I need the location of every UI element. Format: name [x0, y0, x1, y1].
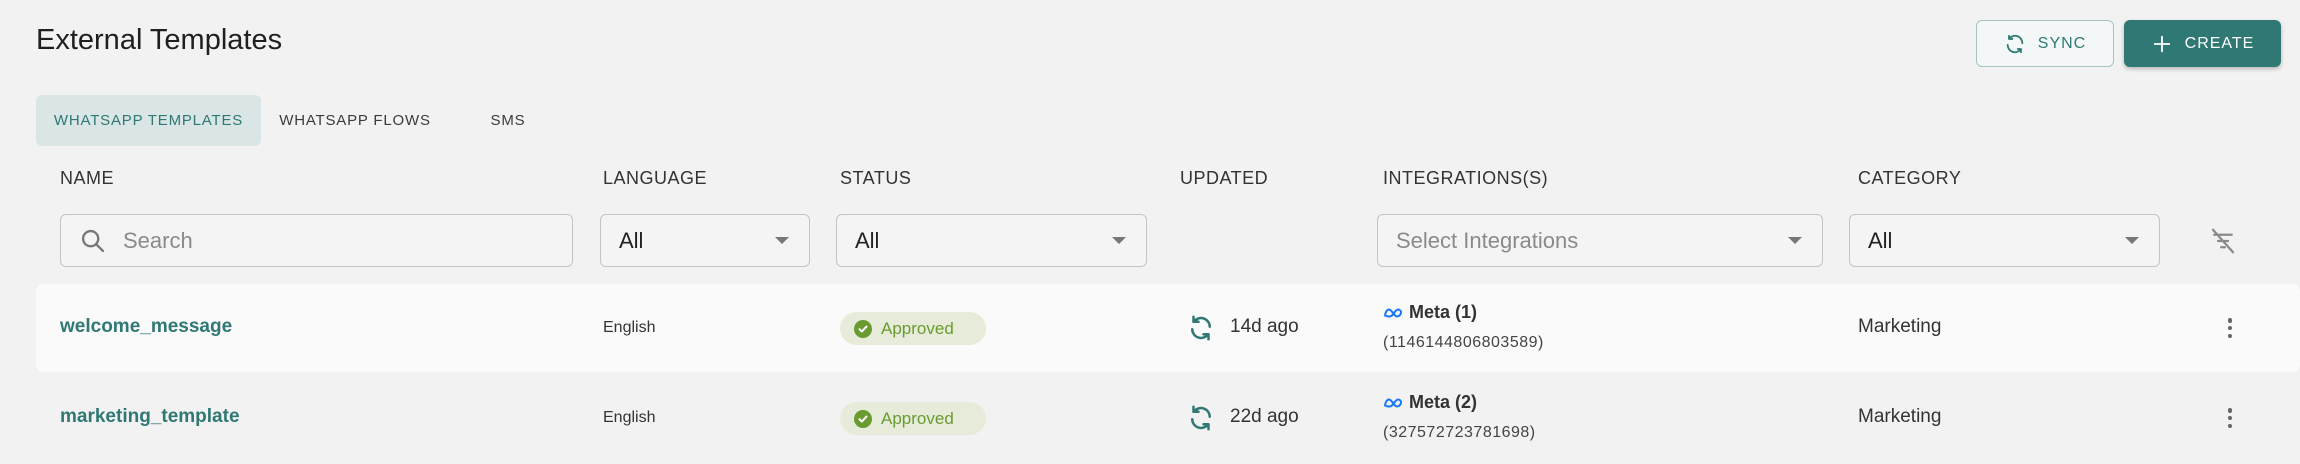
column-header-language: LANGUAGE: [603, 168, 708, 188]
more-vertical-icon[interactable]: [2220, 406, 2240, 430]
integration-name: Meta (1): [1383, 302, 1477, 323]
tab-sms[interactable]: SMS: [470, 95, 546, 146]
sync-icon: [2006, 34, 2024, 53]
sync-button[interactable]: SYNC: [1976, 20, 2114, 67]
refresh-icon[interactable]: [1186, 313, 1216, 343]
status-badge: Approved: [840, 312, 986, 345]
integration-label: Meta (1): [1409, 302, 1478, 322]
template-language: English: [603, 409, 656, 426]
search-input[interactable]: Search: [60, 214, 573, 267]
language-value: All: [619, 227, 644, 253]
table-row[interactable]: welcome_message English Approved 14d ago…: [36, 284, 2300, 372]
status-text: Approved: [881, 408, 954, 428]
more-vertical-icon[interactable]: [2220, 316, 2240, 340]
filter-off-icon[interactable]: [2208, 226, 2238, 256]
template-language: English: [603, 319, 656, 336]
search-placeholder: Search: [123, 227, 193, 253]
template-name-link[interactable]: welcome_message: [60, 316, 232, 338]
refresh-icon[interactable]: [1186, 403, 1216, 433]
caret-down-icon: [1112, 237, 1126, 244]
integrations-placeholder: Select Integrations: [1396, 227, 1579, 253]
column-header-integrations: INTEGRATIONS(S): [1383, 168, 1549, 188]
integration-id: (327572723781698): [1383, 424, 1536, 441]
page-title: External Templates: [36, 24, 283, 56]
check-icon: [854, 319, 872, 338]
status-value: All: [855, 227, 880, 253]
language-select[interactable]: All: [600, 214, 810, 267]
column-header-name: NAME: [60, 168, 115, 188]
create-button[interactable]: CREATE: [2124, 20, 2281, 67]
column-header-status: STATUS: [840, 168, 912, 188]
tab-label: SMS: [490, 112, 526, 129]
caret-down-icon: [775, 237, 789, 244]
column-header-category: CATEGORY: [1858, 168, 1962, 188]
caret-down-icon: [2125, 237, 2139, 244]
updated-time: 14d ago: [1230, 316, 1299, 337]
column-header-updated: UPDATED: [1180, 168, 1269, 188]
meta-icon: [1384, 397, 1403, 408]
updated-time: 22d ago: [1230, 406, 1299, 427]
search-icon: [81, 229, 105, 253]
sync-label: SYNC: [2037, 34, 2087, 52]
template-category: Marketing: [1858, 316, 1942, 337]
create-label: CREATE: [2184, 34, 2255, 52]
tab-whatsapp-flows[interactable]: WHATSAPP FLOWS: [270, 95, 440, 146]
integration-name: Meta (2): [1383, 392, 1477, 413]
caret-down-icon: [1788, 237, 1802, 244]
category-select[interactable]: All: [1849, 214, 2160, 267]
integrations-select[interactable]: Select Integrations: [1377, 214, 1823, 267]
tab-label: WHATSAPP FLOWS: [279, 112, 431, 129]
meta-icon: [1384, 307, 1403, 318]
template-category: Marketing: [1858, 406, 1942, 427]
status-select[interactable]: All: [836, 214, 1147, 267]
integration-id: (1146144806803589): [1383, 334, 1544, 351]
check-icon: [854, 409, 872, 428]
plus-icon: [2153, 35, 2170, 52]
template-name-link[interactable]: marketing_template: [60, 406, 240, 428]
category-value: All: [1868, 227, 1893, 253]
status-badge: Approved: [840, 402, 986, 435]
tab-label: WHATSAPP TEMPLATES: [53, 112, 244, 129]
tab-whatsapp-templates[interactable]: WHATSAPP TEMPLATES: [36, 95, 261, 146]
status-text: Approved: [881, 318, 954, 338]
integration-label: Meta (2): [1409, 392, 1478, 412]
table-row[interactable]: marketing_template English Approved 22d …: [36, 374, 2300, 462]
